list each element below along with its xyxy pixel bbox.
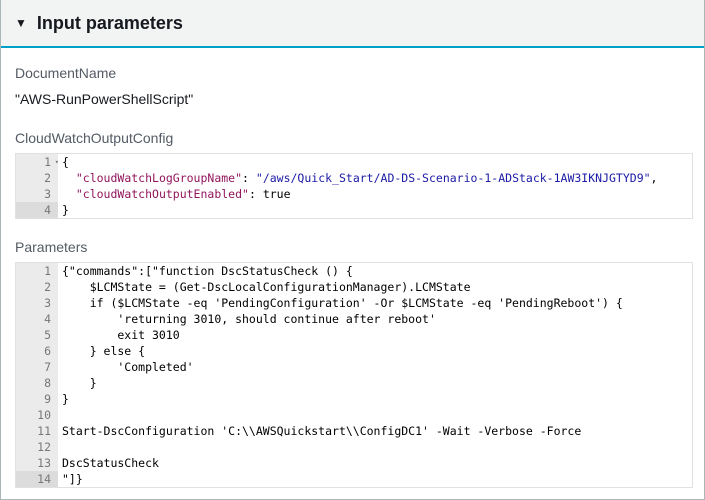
code-line: 6 } else { <box>16 343 692 359</box>
code-line: 2 "cloudWatchLogGroupName": "/aws/Quick_… <box>16 170 692 186</box>
line-number: 6 <box>16 343 58 359</box>
line-number: 14 <box>16 471 58 487</box>
code-line: 4} <box>16 202 692 218</box>
code-line: 5 exit 3010 <box>16 327 692 343</box>
code-line: 4 'returning 3010, should continue after… <box>16 311 692 327</box>
line-number: 11 <box>16 423 58 439</box>
code-line: 11 Start-DscConfiguration 'C:\\AWSQuickst… <box>16 423 692 439</box>
line-number: 2 <box>16 279 58 295</box>
code-line: 9} <box>16 391 692 407</box>
line-number: 3 <box>16 295 58 311</box>
code-line: 14 "]} <box>16 471 692 487</box>
parameters-label: Parameters <box>15 239 88 255</box>
code-text: $LCMState = (Get-DscLocalConfigurationMa… <box>62 280 471 294</box>
code-text: 'returning 3010, should continue after r… <box>62 312 436 326</box>
panel-title: Input parameters <box>36 12 183 33</box>
code-text: } else { <box>62 344 146 358</box>
code-text: 'Completed' <box>62 360 194 374</box>
code-line: 13 DscStatusCheck <box>16 455 692 471</box>
code-line: 3 if ($LCMState -eq 'PendingConfiguratio… <box>16 295 692 311</box>
line-number: 1 <box>16 263 58 279</box>
line-number: 13 <box>16 455 58 471</box>
line-number: 4 <box>16 311 58 327</box>
cloudwatch-config-label: CloudWatchOutputConfig <box>15 130 174 146</box>
caret-down-icon[interactable]: ▼ <box>15 16 27 30</box>
line-number: 5 <box>16 327 58 343</box>
line-number: 10 <box>16 407 58 423</box>
code-text: DscStatusCheck <box>62 456 159 470</box>
cloudwatch-config-editor[interactable]: 1 ▾{ 2 "cloudWatchLogGroupName": "/aws/Qu… <box>15 153 693 219</box>
code-text: Start-DscConfiguration 'C:\\AWSQuickstar… <box>62 424 582 438</box>
code-line: 1 {"commands":["function DscStatusCheck (… <box>16 263 692 279</box>
code-text: } <box>62 392 69 406</box>
code-text: "]} <box>62 472 83 486</box>
code-line: 8 } <box>16 375 692 391</box>
line-number: 7 <box>16 359 58 375</box>
code-line: 12 <box>16 439 692 455</box>
parameters-editor[interactable]: 1 {"commands":["function DscStatusCheck (… <box>15 262 693 488</box>
code-text: {"commands":["function DscStatusCheck ()… <box>62 264 353 278</box>
code-line: 3 "cloudWatchOutputEnabled": true <box>16 186 692 202</box>
panel-header[interactable]: ▼ Input parameters <box>1 0 704 48</box>
input-parameters-panel: ▼ Input parameters DocumentName "AWS-Run… <box>0 0 705 500</box>
line-number: 9 <box>16 391 58 407</box>
document-name-value: "AWS-RunPowerShellScript" <box>15 91 194 107</box>
code-text: if ($LCMState -eq 'PendingConfiguration'… <box>62 296 623 310</box>
code-line: 2 $LCMState = (Get-DscLocalConfiguration… <box>16 279 692 295</box>
line-number: 8 <box>16 375 58 391</box>
line-number: 12 <box>16 439 58 455</box>
code-line: 10 <box>16 407 692 423</box>
code-line: 1 ▾{ <box>16 154 692 170</box>
code-line: 7 'Completed' <box>16 359 692 375</box>
fold-arrow-icon[interactable]: ▾ <box>55 154 59 170</box>
code-text: } <box>62 376 97 390</box>
code-text: exit 3010 <box>62 328 180 342</box>
document-name-label: DocumentName <box>15 65 117 81</box>
